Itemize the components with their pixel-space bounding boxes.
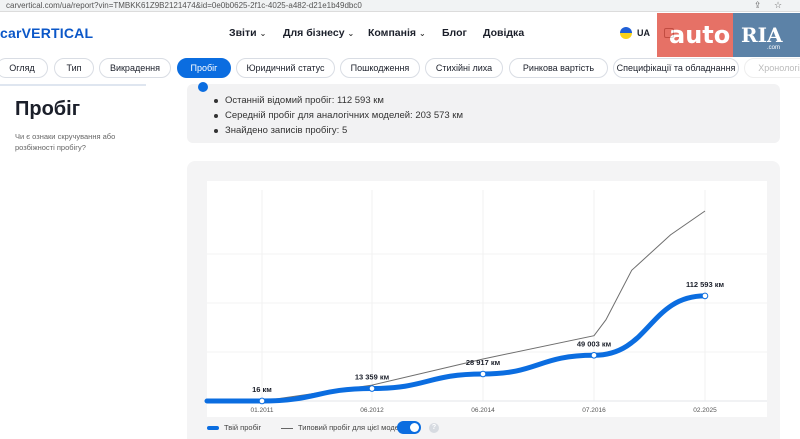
tab-theft[interactable]: Викрадення: [99, 58, 171, 78]
legend-swatch-your-mileage: [207, 426, 219, 430]
mileage-point: [258, 397, 266, 405]
nav-reports[interactable]: Звіти ⌄: [229, 27, 266, 39]
tab-mileage[interactable]: Пробіг: [177, 58, 231, 78]
legend-typical-mileage: Типовий пробіг для цієї моделі: [298, 423, 405, 432]
help-icon[interactable]: ?: [429, 423, 439, 433]
tab-natural-disasters[interactable]: Стихійні лиха: [425, 58, 503, 78]
mileage-point-label: 16 км: [252, 385, 272, 394]
watermark-auto: auto: [657, 13, 733, 57]
carvertical-logo[interactable]: carVERTICAL: [0, 25, 93, 41]
x-tick-label: 02.2025: [693, 407, 717, 414]
chevron-down-icon: ⌄: [347, 29, 355, 38]
address-url[interactable]: carvertical.com/ua/report?vin=TMBKK61Z9B…: [6, 0, 362, 11]
bookmark-star-icon[interactable]: ☆: [774, 0, 782, 11]
x-tick-label: 07.2016: [582, 407, 606, 414]
report-section-tabs: Огляд Тип Викрадення Пробіг Юридичний ст…: [0, 57, 800, 81]
section-subtitle: Чи є ознаки скручування або розбіжності …: [15, 132, 116, 152]
tab-specifications[interactable]: Специфікації та обладнання: [613, 58, 739, 78]
summary-average-mileage: Середній пробіг для аналогічних моделей:…: [213, 108, 463, 123]
legend-swatch-typical: [281, 427, 293, 429]
language-switcher[interactable]: UA: [637, 28, 650, 38]
mileage-point-label: 49 003 км: [577, 339, 612, 348]
mileage-point: [368, 385, 376, 392]
summary-records-count: Знайдено записів пробігу: 5: [213, 123, 463, 138]
autoria-watermark: auto RIA .com: [657, 13, 800, 57]
nav-company[interactable]: Компанія ⌄: [368, 27, 426, 39]
tab-type[interactable]: Тип: [54, 58, 94, 78]
legend-your-mileage: Твій пробіг: [224, 423, 262, 432]
tab-damage[interactable]: Пошкодження: [340, 58, 420, 78]
toggle-knob: [410, 423, 419, 432]
mileage-summary-card: Останній відомий пробіг: 112 593 км Сере…: [187, 82, 780, 143]
share-icon[interactable]: ⇪: [754, 0, 762, 11]
watermark-domain: .com: [767, 45, 781, 51]
browser-address-bar[interactable]: carvertical.com/ua/report?vin=TMBKK61Z9B…: [0, 0, 800, 12]
mileage-point: [701, 292, 709, 300]
section-title: Пробіг: [15, 98, 81, 120]
info-icon: [198, 82, 208, 92]
mileage-point-label: 28 917 км: [466, 358, 501, 367]
mileage-point: [479, 370, 487, 378]
chevron-down-icon: ⌄: [419, 29, 426, 38]
mileage-point-label: 13 359 км: [355, 373, 390, 382]
x-tick-label: 06.2014: [471, 407, 495, 414]
nav-help[interactable]: Довідка: [483, 27, 524, 39]
tab-legal-status[interactable]: Юридичний статус: [236, 58, 335, 78]
report-page: carvertical.com/ua/report?vin=TMBKK61Z9B…: [0, 0, 800, 439]
tab-timeline[interactable]: Хронологі: [744, 58, 800, 78]
ukraine-flag-icon[interactable]: [620, 27, 632, 39]
typical-mileage-toggle[interactable]: [397, 421, 421, 434]
nav-blog[interactable]: Блог: [442, 27, 467, 39]
x-tick-label: 06.2012: [360, 407, 384, 414]
sidebar-divider: [0, 84, 146, 86]
tab-market-value[interactable]: Ринкова вартість: [509, 58, 608, 78]
chevron-down-icon: ⌄: [259, 29, 267, 38]
tab-overview[interactable]: Огляд: [0, 58, 48, 78]
summary-last-mileage: Останній відомий пробіг: 112 593 км: [213, 93, 463, 108]
nav-business[interactable]: Для бізнесу ⌄: [283, 27, 354, 39]
x-tick-label: 01.2011: [250, 407, 273, 414]
mileage-point-label: 112 593 км: [686, 280, 725, 289]
mileage-point: [590, 351, 598, 359]
